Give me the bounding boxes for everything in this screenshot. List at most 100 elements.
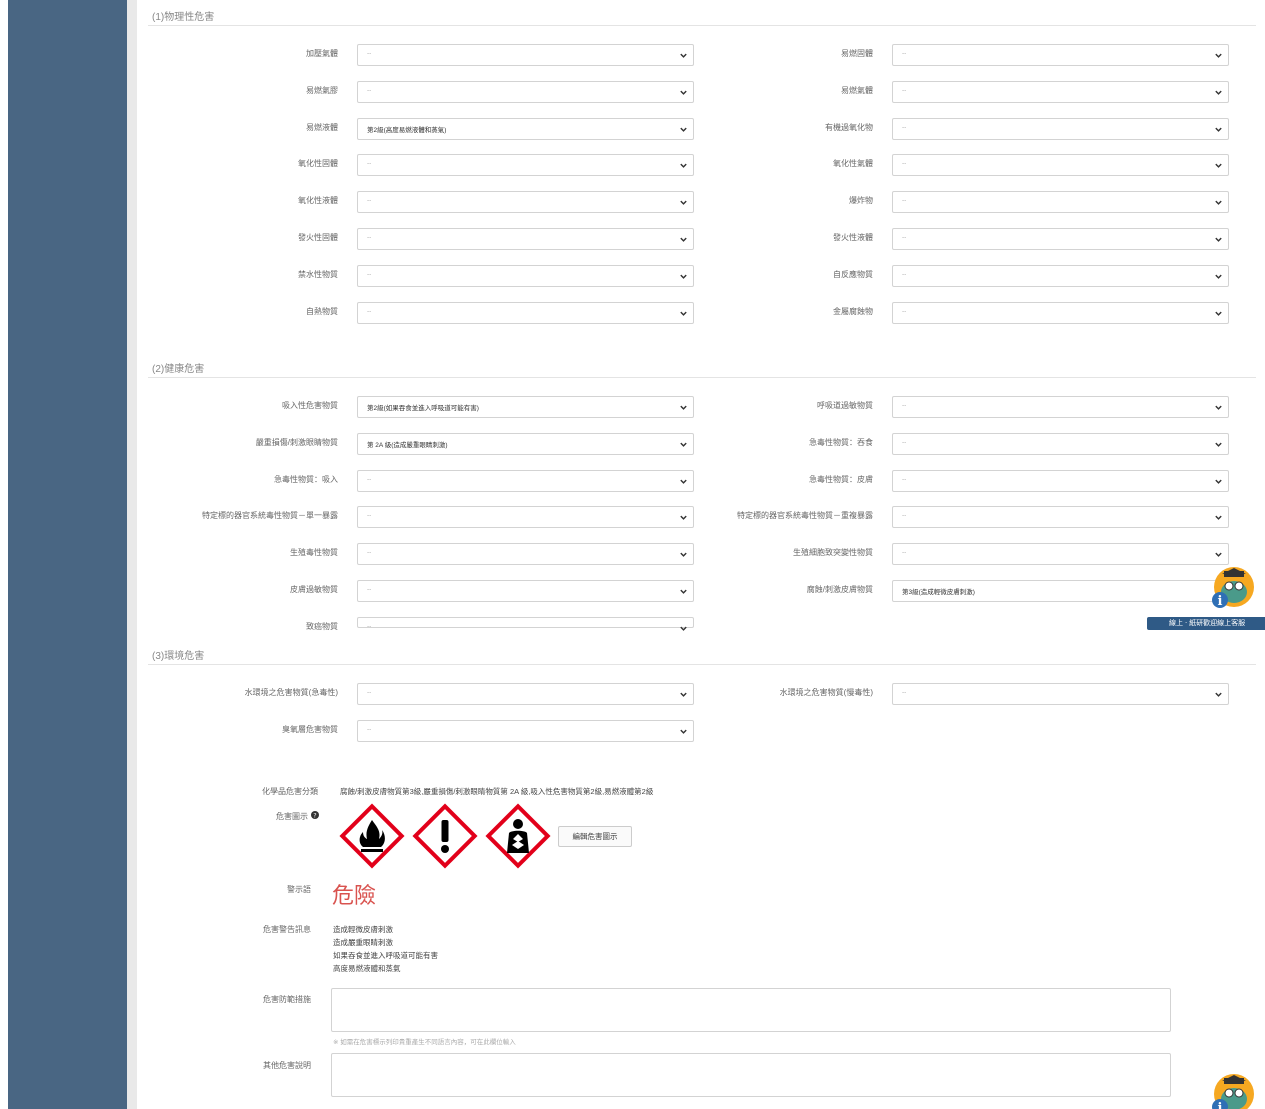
precaution-textarea[interactable] bbox=[331, 988, 1171, 1032]
hazard-select-value: -- bbox=[367, 512, 372, 520]
field-label: 有機過氧化物 bbox=[825, 122, 873, 132]
chevron-down-icon bbox=[1215, 552, 1222, 558]
chevron-down-icon bbox=[680, 516, 687, 521]
hazard-select-value: -- bbox=[367, 549, 372, 557]
hazard-select[interactable]: -- bbox=[892, 44, 1229, 66]
hazard-select-value: -- bbox=[367, 270, 372, 278]
classification-text: 腐蝕/刺激皮膚物質第3級,嚴重損傷/刺激眼睛物質第 2A 級,吸入性危害物質第2… bbox=[340, 787, 654, 796]
hazard-select[interactable]: -- bbox=[357, 228, 694, 250]
hazard-select-value: -- bbox=[367, 725, 372, 733]
hazard-select-value: -- bbox=[902, 512, 907, 520]
hazard-select[interactable]: -- bbox=[892, 264, 1229, 287]
field-label: 易燃液體 bbox=[306, 122, 338, 132]
field-label: 急毒性物質：吞食 bbox=[809, 437, 873, 447]
chevron-down-icon bbox=[1215, 200, 1222, 206]
signal-word-label: 警示語 bbox=[287, 885, 311, 894]
online-chat-bar[interactable]: 線上 ‧ 紙研歡迎線上客服 bbox=[1147, 617, 1265, 630]
flame-icon bbox=[339, 803, 405, 869]
chevron-down-icon bbox=[680, 127, 687, 132]
question-circle-icon[interactable]: ? bbox=[311, 811, 319, 819]
hazard-select[interactable]: -- bbox=[892, 154, 1229, 177]
hazard-select-value: -- bbox=[902, 234, 907, 241]
hazard-select-value: -- bbox=[367, 50, 372, 57]
field-label: 加壓氣體 bbox=[306, 49, 338, 58]
hazard-select[interactable]: -- bbox=[892, 469, 1229, 492]
chevron-down-icon bbox=[680, 311, 687, 316]
hazard-select[interactable]: -- bbox=[892, 543, 1229, 566]
hazard-select[interactable]: 第2級(如果吞食並進入呼吸道可能有害) bbox=[357, 396, 694, 418]
hazard-select[interactable]: -- bbox=[892, 228, 1229, 250]
field-label: 特定標的器官系統毒性物質－單一暴露 bbox=[202, 511, 338, 521]
hazard-select[interactable]: -- bbox=[357, 683, 694, 705]
hazard-select[interactable]: -- bbox=[357, 301, 694, 324]
hazard-select[interactable]: -- bbox=[357, 580, 694, 602]
chevron-down-icon bbox=[1215, 405, 1222, 410]
hazard-statement-label: 危害警告訊息 bbox=[263, 925, 311, 934]
hazard-select[interactable]: 第3級(造成輕微皮膚刺激) bbox=[892, 580, 1229, 602]
hazard-select[interactable]: -- bbox=[357, 543, 694, 566]
hazard-select[interactable]: -- bbox=[357, 616, 694, 631]
hazard-select[interactable]: 第 2A 級(造成嚴重眼睛刺激) bbox=[357, 432, 694, 455]
other-hazard-textarea[interactable] bbox=[331, 1053, 1171, 1097]
field-label: 自熱物質 bbox=[306, 306, 338, 316]
precaution-hint: ※ 如需在危害標示列印貴重產生不同語言內容，可在此欄位輸入 bbox=[333, 1039, 516, 1046]
hazard-select-value: -- bbox=[367, 234, 372, 241]
hazard-select-value: -- bbox=[902, 50, 907, 57]
other-hazard-label: 其他危害說明 bbox=[263, 1061, 311, 1070]
field-label: 腐蝕/刺激皮膚物質 bbox=[806, 585, 873, 594]
hazard-select[interactable]: -- bbox=[892, 301, 1229, 324]
hazard-statement-3: 如果吞食並進入呼吸道可能有害 bbox=[333, 951, 438, 960]
mascot-help-icon[interactable]: i bbox=[1209, 1071, 1255, 1109]
mascot-help-icon[interactable]: i bbox=[1209, 564, 1255, 610]
field-label: 氧化性氣體 bbox=[833, 159, 873, 169]
hazard-statement-2: 造成嚴重眼睛刺激 bbox=[333, 938, 393, 947]
left-sidebar bbox=[8, 0, 127, 1109]
hazard-select[interactable]: -- bbox=[892, 117, 1229, 140]
hazard-select-value: -- bbox=[902, 197, 907, 205]
hazard-select-value: -- bbox=[902, 689, 907, 696]
hazard-select[interactable]: -- bbox=[892, 506, 1229, 529]
chevron-down-icon bbox=[1215, 516, 1222, 521]
field-label: 臭氧層危害物質 bbox=[282, 724, 338, 734]
chevron-down-icon bbox=[680, 90, 687, 95]
hazard-select[interactable]: -- bbox=[357, 80, 694, 103]
hazard-select[interactable]: -- bbox=[357, 264, 694, 287]
chevron-down-icon bbox=[680, 479, 687, 484]
hazard-select[interactable]: -- bbox=[357, 719, 694, 742]
hazard-select-value: -- bbox=[367, 475, 372, 483]
hazard-select[interactable]: -- bbox=[357, 44, 694, 66]
hazard-select-value: 第2級(高度易燃液體和蒸氣) bbox=[367, 126, 447, 134]
exclamation-icon bbox=[412, 803, 478, 869]
hazard-select[interactable]: -- bbox=[892, 80, 1229, 103]
hazard-select[interactable]: -- bbox=[357, 191, 694, 214]
field-label: 爆炸物 bbox=[849, 196, 873, 206]
hazard-select-value: -- bbox=[367, 197, 372, 205]
pictogram-label: 危害圖示 bbox=[276, 812, 308, 821]
chevron-down-icon bbox=[680, 626, 687, 631]
edit-pictogram-button[interactable]: 編輯危害圖示 bbox=[558, 826, 632, 847]
chevron-down-icon bbox=[1215, 479, 1222, 484]
hazard-select-value: -- bbox=[367, 586, 372, 593]
field-label: 特定標的器官系統毒性物質－重複暴露 bbox=[737, 511, 873, 521]
hazard-select[interactable]: 第2級(高度易燃液體和蒸氣) bbox=[357, 117, 694, 140]
hazard-select-value: -- bbox=[902, 123, 907, 131]
hazard-select[interactable]: -- bbox=[892, 191, 1229, 214]
chevron-down-icon bbox=[680, 589, 687, 594]
hazard-select-value: -- bbox=[902, 86, 907, 94]
section-title-environment: (3)環境危害 bbox=[152, 651, 205, 662]
sidebar-scrollbar[interactable] bbox=[127, 0, 137, 1109]
hazard-select[interactable]: -- bbox=[892, 432, 1229, 455]
chevron-down-icon bbox=[680, 442, 687, 447]
field-label: 易燃氣膠 bbox=[306, 85, 338, 95]
hazard-select[interactable]: -- bbox=[357, 154, 694, 177]
hazard-select[interactable]: -- bbox=[892, 683, 1229, 705]
hazard-select[interactable]: -- bbox=[357, 506, 694, 529]
hazard-select[interactable]: -- bbox=[357, 469, 694, 492]
field-label: 金屬腐蝕物 bbox=[833, 306, 873, 316]
hazard-statement-1: 造成輕微皮膚刺激 bbox=[333, 925, 393, 934]
hazard-select[interactable]: -- bbox=[892, 396, 1229, 418]
chevron-down-icon bbox=[680, 164, 687, 169]
hazard-statement-4: 高度易燃液體和蒸氣 bbox=[333, 964, 401, 973]
field-label: 嚴重損傷/刺激眼睛物質 bbox=[255, 437, 338, 447]
field-label: 發火性液體 bbox=[833, 233, 873, 242]
